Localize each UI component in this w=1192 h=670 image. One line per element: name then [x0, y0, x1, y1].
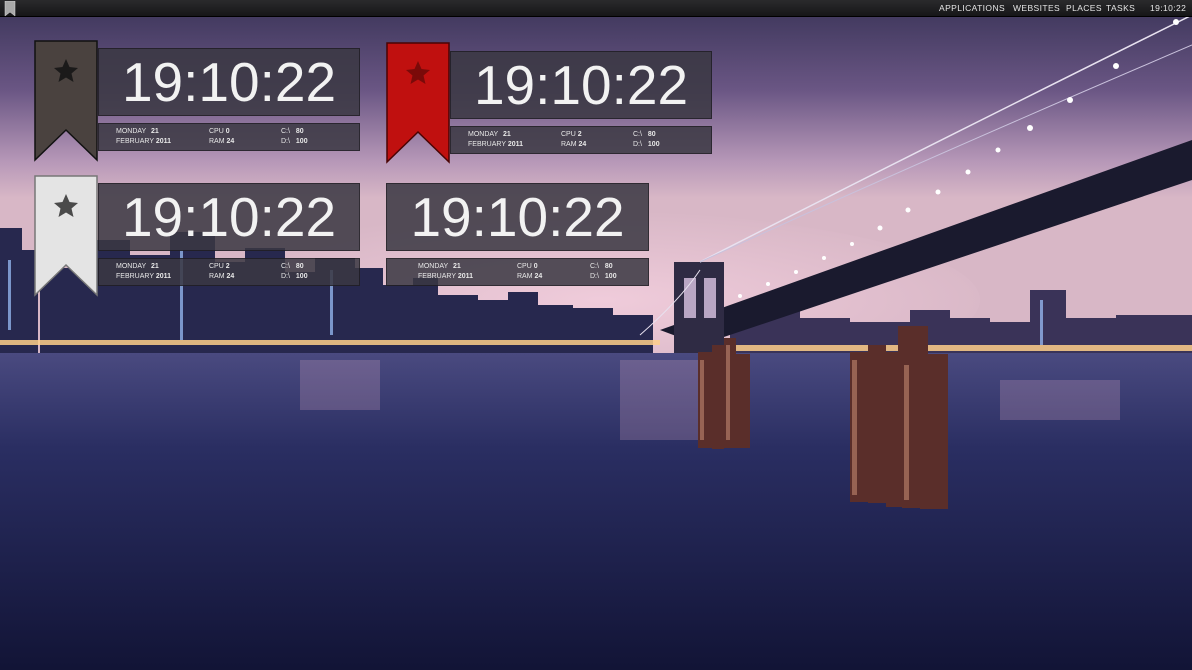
date-number: 21	[151, 128, 159, 135]
clock-info: MONDAY 21 FEBRUARY 2011 CPU 0 RAM 24 C:\…	[98, 123, 360, 151]
month-label: FEBRUARY	[468, 141, 506, 148]
date-number: 21	[503, 131, 511, 138]
ram-value: 24	[578, 141, 587, 148]
cpu-label: CPU	[517, 263, 532, 270]
month-label: FEBRUARY	[116, 273, 154, 280]
date-number: 21	[453, 263, 461, 270]
clock-info: MONDAY 21 FEBRUARY 2011 CPU 2 RAM 24 C:\…	[98, 258, 360, 286]
clock-info: MONDAY 21 FEBRUARY 2011 CPU 2 RAM 24 C:\…	[450, 126, 712, 154]
drive-c-value: 80	[647, 131, 656, 138]
clock-time: 19:10:22	[450, 51, 712, 119]
menu-places[interactable]: PLACES	[1066, 0, 1102, 16]
bookmark-ribbon-white-icon	[34, 175, 98, 297]
drive-d-value: 100	[647, 141, 660, 148]
menu-applications[interactable]: APPLICATIONS	[939, 0, 1005, 16]
panel-clock: 19:10:22	[1150, 3, 1187, 13]
clock-time: 19:10:22	[386, 183, 649, 251]
drive-d-label: D:\	[281, 273, 290, 280]
drive-c-value: 80	[604, 263, 613, 270]
drive-d-value: 100	[295, 273, 308, 280]
clock-time: 19:10:22	[98, 183, 360, 251]
day-label: MONDAY	[468, 131, 499, 138]
clock-widget-white: 19:10:22 MONDAY 21 FEBRUARY 2011 CPU 2 R…	[34, 175, 362, 297]
ram-value: 24	[226, 273, 235, 280]
cpu-value: 0	[533, 263, 538, 270]
ram-value: 24	[226, 138, 235, 145]
cpu-value: 2	[225, 263, 230, 270]
month-label: FEBRUARY	[418, 273, 456, 280]
cpu-value: 2	[577, 131, 582, 138]
day-label: MONDAY	[116, 128, 147, 135]
clock-time: 19:10:22	[98, 48, 360, 116]
bookmark-ribbon-dark-icon	[34, 40, 98, 162]
cpu-label: CPU	[209, 128, 224, 135]
month-label: FEBRUARY	[116, 138, 154, 145]
bookmark-ribbon-red-icon	[386, 42, 450, 164]
menu-websites[interactable]: WEBSITES	[1013, 0, 1060, 16]
drive-c-label: C:\	[633, 131, 642, 138]
drive-c-label: C:\	[590, 263, 599, 270]
bookmark-icon[interactable]	[4, 1, 16, 17]
date-number: 21	[151, 263, 159, 270]
clock-widget-plain: 19:10:22 MONDAY 21 FEBRUARY 2011 CPU 0 R…	[386, 183, 650, 287]
year-value: 2011	[155, 273, 172, 280]
clock-widget-red: 19:10:22 MONDAY 21 FEBRUARY 2011 CPU 2 R…	[386, 42, 714, 164]
day-label: MONDAY	[418, 263, 449, 270]
clock-info: MONDAY 21 FEBRUARY 2011 CPU 0 RAM 24 C:\…	[386, 258, 649, 286]
year-value: 2011	[155, 138, 172, 145]
drive-d-label: D:\	[633, 141, 642, 148]
ram-label: RAM	[209, 273, 225, 280]
drive-d-label: D:\	[590, 273, 599, 280]
year-value: 2011	[457, 273, 474, 280]
cpu-value: 0	[225, 128, 230, 135]
drive-c-value: 80	[295, 263, 304, 270]
year-value: 2011	[507, 141, 524, 148]
drive-c-label: C:\	[281, 128, 290, 135]
ram-label: RAM	[209, 138, 225, 145]
ram-label: RAM	[517, 273, 533, 280]
cpu-label: CPU	[561, 131, 576, 138]
ram-label: RAM	[561, 141, 577, 148]
menu-tasks[interactable]: TASKS	[1106, 0, 1135, 16]
drive-d-value: 100	[604, 273, 617, 280]
drive-d-label: D:\	[281, 138, 290, 145]
top-panel: APPLICATIONS WEBSITES PLACES TASKS 19:10…	[0, 0, 1192, 17]
drive-c-label: C:\	[281, 263, 290, 270]
clock-widget-dark: 19:10:22 MONDAY 21 FEBRUARY 2011 CPU 0 R…	[34, 40, 362, 162]
drive-d-value: 100	[295, 138, 308, 145]
cpu-label: CPU	[209, 263, 224, 270]
day-label: MONDAY	[116, 263, 147, 270]
drive-c-value: 80	[295, 128, 304, 135]
ram-value: 24	[534, 273, 543, 280]
